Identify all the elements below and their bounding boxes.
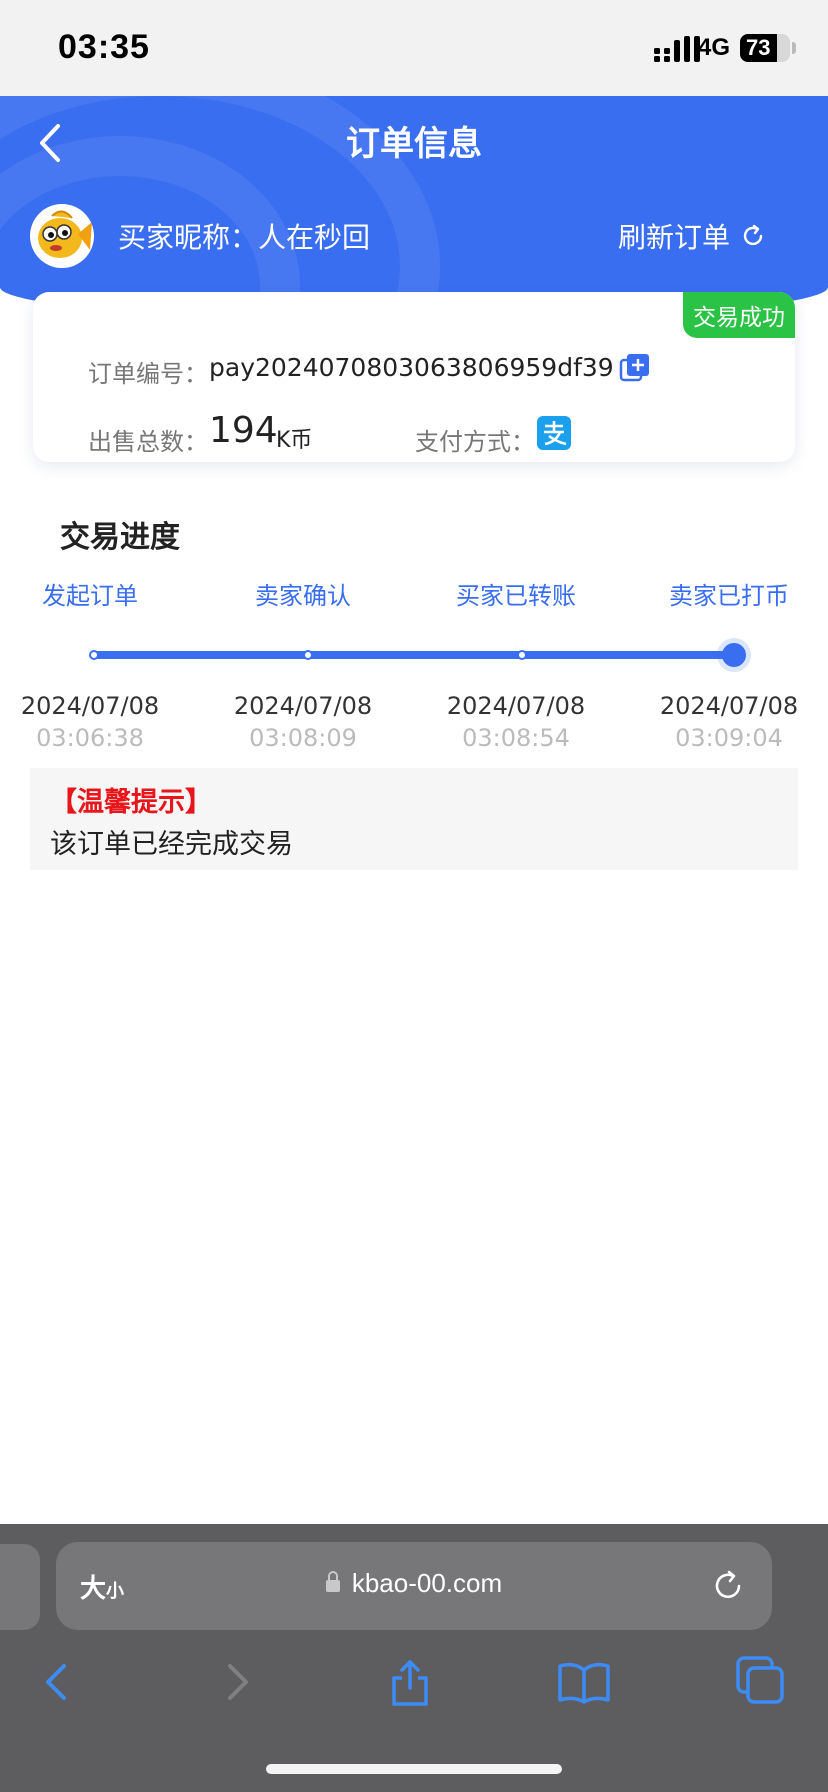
home-indicator (266, 1764, 562, 1774)
url-display[interactable]: kbao-00.com (56, 1568, 772, 1599)
step-label-buyer-paid: 买家已转账 (456, 582, 576, 610)
progress-dot (89, 650, 99, 660)
progress-title: 交易进度 (60, 520, 180, 555)
step-label-seller-confirm: 卖家确认 (255, 582, 351, 610)
bookmarks-icon[interactable] (554, 1652, 614, 1712)
tabs-icon[interactable] (732, 1652, 792, 1712)
previous-tab[interactable] (0, 1544, 40, 1630)
status-bar: 03:35 4G 73 (0, 0, 828, 96)
status-time: 03:35 (58, 28, 150, 66)
step-date: 2024/07/08 (20, 692, 160, 720)
refresh-label: 刷新订单 (618, 221, 731, 254)
order-card: 交易成功 订单编号： pay2024070803063806959df39 出售… (33, 292, 795, 462)
order-id-label: 订单编号： (88, 360, 208, 388)
quantity-unit: K币 (276, 428, 313, 453)
step-time: 03:08:09 (249, 724, 357, 752)
quantity-label: 出售总数： (88, 428, 208, 456)
step-date: 2024/07/08 (659, 692, 799, 720)
tip-title: 【温馨提示】 (50, 787, 212, 818)
step-time: 03:08:54 (462, 724, 570, 752)
battery-cap (792, 42, 796, 54)
network-label: 4G (698, 34, 731, 61)
step-label-coins-sent: 卖家已打币 (669, 582, 789, 610)
fish-avatar-icon (38, 210, 92, 258)
copy-icon[interactable] (619, 352, 651, 384)
url-text: kbao-00.com (351, 1568, 503, 1598)
browser-toolbar: 大小 kbao-00.com (0, 1524, 828, 1792)
buyer-nickname: 买家昵称：人在秒回 (118, 216, 370, 256)
tip-text: 该订单已经完成交易 (50, 829, 293, 860)
avatar (30, 204, 94, 268)
step-time: 03:09:04 (675, 724, 783, 752)
progress-dot (303, 650, 313, 660)
reload-icon[interactable] (710, 1568, 746, 1604)
progress-dot-current (722, 643, 746, 667)
tip-box: 【温馨提示】 该订单已经完成交易 (30, 768, 798, 870)
battery-icon: 73 (740, 34, 790, 62)
order-id-value: pay2024070803063806959df39 (209, 353, 614, 382)
status-badge: 交易成功 (683, 292, 795, 338)
step-date: 2024/07/08 (446, 692, 586, 720)
progress-dot (517, 650, 527, 660)
battery-level: 73 (746, 35, 771, 60)
alipay-icon (537, 416, 571, 450)
step-label-initiate: 发起订单 (42, 582, 138, 610)
step-time: 03:06:38 (36, 724, 144, 752)
refresh-order-button[interactable]: 刷新订单 (618, 216, 766, 256)
quantity-value: 194 (209, 410, 278, 451)
page-title: 订单信息 (346, 124, 482, 164)
share-icon[interactable] (380, 1652, 440, 1712)
lock-icon (325, 1571, 340, 1592)
buyer-name: 人在秒回 (258, 221, 371, 254)
step-date: 2024/07/08 (233, 692, 373, 720)
back-nav-icon[interactable] (28, 1652, 88, 1712)
progress-track (94, 651, 734, 659)
buyer-label: 买家昵称： (118, 221, 259, 254)
payment-label: 支付方式： (415, 428, 535, 456)
refresh-icon (743, 224, 763, 246)
address-bar[interactable]: 大小 kbao-00.com (56, 1542, 772, 1630)
forward-nav-icon[interactable] (206, 1652, 266, 1712)
